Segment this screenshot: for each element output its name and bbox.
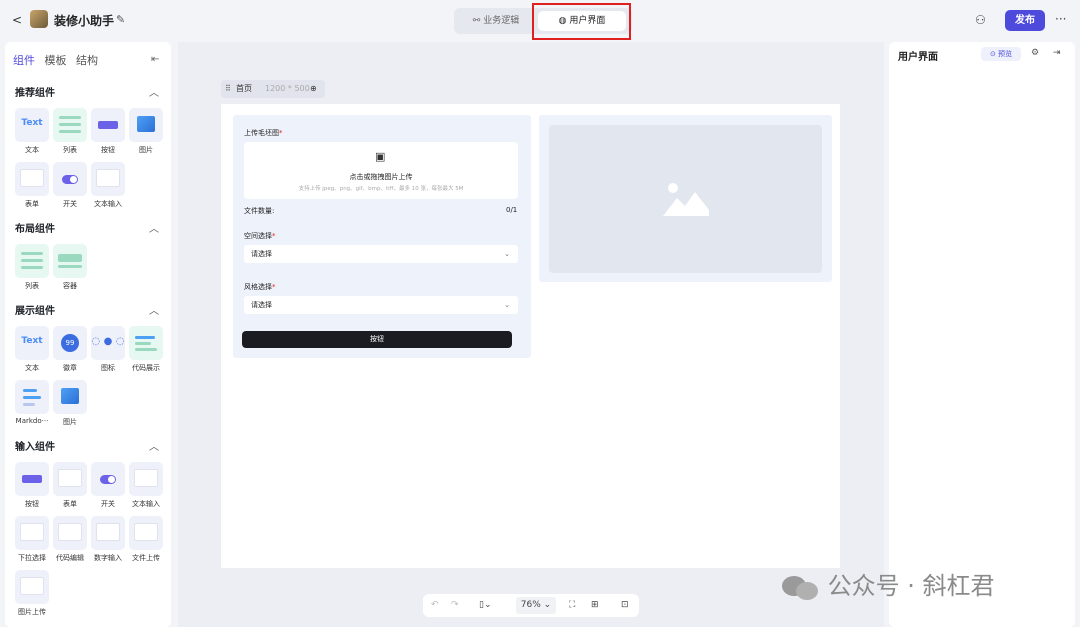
- section-title[interactable]: 推荐组件 ︿: [15, 84, 163, 100]
- section-input: 输入组件 ︿ 按钮 表单 开关 文本输入 下拉选择 代码编辑 数字输入 文件上传 …: [15, 438, 163, 616]
- image-placeholder-icon: [663, 183, 709, 216]
- style-label: 风格选择*: [244, 283, 276, 291]
- grid-icon[interactable]: ⊞: [591, 594, 599, 617]
- pointer-mode-icon[interactable]: ▯⌄: [479, 594, 492, 617]
- section-title[interactable]: 布局组件 ︿: [15, 220, 163, 236]
- play-icon: ⊙: [989, 50, 999, 58]
- chevron-up-icon[interactable]: ︿: [149, 220, 159, 235]
- component-text-input[interactable]: 文本输入: [129, 462, 163, 509]
- redo-icon[interactable]: ↷: [451, 594, 459, 617]
- panel-tabs: 组件 模板 结构: [13, 52, 104, 68]
- file-count-label: 文件数量:: [244, 207, 275, 215]
- component-switch[interactable]: 开关: [53, 162, 87, 209]
- section-recommended: 推荐组件 ︿ Text 文本 列表 按钮 图片 表单 开关 文本输入: [15, 84, 163, 208]
- component-code-editor[interactable]: 代码编辑: [53, 516, 87, 563]
- component-list[interactable]: 列表: [15, 244, 49, 291]
- component-code-display[interactable]: 代码展示: [129, 326, 163, 373]
- top-bar: < 装修小助手 ✎ ⚯ 业务逻辑 ◍ 用户界面 ⚇ 发布 ···: [0, 0, 1080, 40]
- drag-handle-icon[interactable]: ⠿: [225, 80, 231, 98]
- collapse-right-icon[interactable]: ⇥: [1053, 48, 1061, 58]
- canvas-toolbar: ↶ ↷ ▯⌄ 76% ⌄ ⛶ ⊞ ⊡: [423, 594, 639, 617]
- submit-button[interactable]: 按钮: [242, 331, 512, 348]
- component-button[interactable]: 按钮: [91, 108, 125, 155]
- component-badge[interactable]: 99 徽章: [53, 326, 87, 373]
- undo-icon[interactable]: ↶: [431, 594, 439, 617]
- chevron-down-icon: ⌄: [504, 250, 510, 258]
- component-image[interactable]: 图片: [129, 108, 163, 155]
- chevron-up-icon[interactable]: ︿: [149, 438, 159, 453]
- add-icon[interactable]: ⊕: [310, 80, 317, 98]
- flow-icon: ⚯: [472, 16, 484, 26]
- tab-business-logic[interactable]: ⚯ 业务逻辑: [460, 11, 532, 31]
- component-number-input[interactable]: 数字输入: [91, 516, 125, 563]
- collapse-panel-icon[interactable]: ⇤: [151, 54, 159, 65]
- panel-title: 用户界面: [898, 52, 938, 63]
- zoom-select[interactable]: 76% ⌄: [516, 597, 556, 614]
- chevron-up-icon[interactable]: ︿: [149, 302, 159, 317]
- style-select[interactable]: 请选择 ⌄: [244, 296, 518, 314]
- image-icon: ▣: [375, 150, 386, 163]
- page-tag[interactable]: ⠿ 首页 1200 * 500 ⊕: [221, 80, 325, 98]
- component-text[interactable]: Text 文本: [15, 108, 49, 155]
- component-form[interactable]: 表单: [15, 162, 49, 209]
- app-logo: [30, 10, 48, 28]
- settings-icon[interactable]: ⚙: [1031, 48, 1039, 58]
- publish-button[interactable]: 发布: [1005, 10, 1045, 31]
- component-image-upload[interactable]: 图片上传: [15, 570, 49, 617]
- upload-dropzone[interactable]: ▣ 点击或拖拽图片上传 支持上传 jpeg、png、gif、bmp、tiff，最…: [244, 142, 518, 199]
- chevron-up-icon[interactable]: ︿: [149, 84, 159, 99]
- properties-panel: 用户界面 ⊙ 预览 ⚙ ⇥: [889, 42, 1075, 627]
- edit-icon[interactable]: ✎: [116, 13, 125, 26]
- component-panel: 组件 模板 结构 ⇤ 推荐组件 ︿ Text 文本 列表 按钮 图片 表单 开关 文…: [5, 42, 171, 627]
- collaborators-icon[interactable]: ⚇: [975, 13, 986, 27]
- preview-button[interactable]: ⊙ 预览: [981, 47, 1021, 61]
- component-file-upload[interactable]: 文件上传: [129, 516, 163, 563]
- add-page-icon[interactable]: ⊡: [621, 594, 629, 617]
- more-icon[interactable]: ···: [1055, 12, 1066, 26]
- chevron-down-icon: ⌄: [504, 301, 510, 309]
- space-select[interactable]: 请选择 ⌄: [244, 245, 518, 263]
- image-placeholder: [549, 125, 822, 273]
- red-highlight-box: [532, 3, 631, 40]
- component-list[interactable]: 列表: [53, 108, 87, 155]
- section-title[interactable]: 展示组件 ︿: [15, 302, 163, 318]
- tab-structure[interactable]: 结构: [76, 52, 98, 68]
- section-layout: 布局组件 ︿ 列表 容器: [15, 220, 163, 290]
- component-icon[interactable]: ◌ ● ◌ 图标: [91, 326, 125, 373]
- component-form[interactable]: 表单: [53, 462, 87, 509]
- component-switch[interactable]: 开关: [91, 462, 125, 509]
- component-text[interactable]: Text 文本: [15, 326, 49, 373]
- component-text-input[interactable]: 文本输入: [91, 162, 125, 209]
- space-label: 空间选择*: [244, 232, 276, 240]
- upload-label: 上传毛坯图*: [244, 129, 283, 137]
- component-markdown[interactable]: Markdo···: [15, 380, 49, 425]
- back-icon[interactable]: <: [12, 13, 22, 27]
- app-title: 装修小助手: [54, 14, 115, 28]
- component-container[interactable]: 容器: [53, 244, 87, 291]
- tab-templates[interactable]: 模板: [45, 52, 67, 68]
- section-display: 展示组件 ︿ Text 文本 99 徽章 ◌ ● ◌ 图标 代码展示 Markdo···…: [15, 302, 163, 426]
- watermark: 公众号 · 斜杠君: [782, 566, 995, 601]
- component-image[interactable]: 图片: [53, 380, 87, 427]
- fit-screen-icon[interactable]: ⛶: [569, 594, 575, 617]
- section-title[interactable]: 输入组件 ︿: [15, 438, 163, 454]
- wechat-icon: [782, 574, 820, 600]
- tab-components[interactable]: 组件: [13, 52, 35, 68]
- component-button[interactable]: 按钮: [15, 462, 49, 509]
- file-count-value: 0/1: [506, 206, 518, 214]
- component-dropdown[interactable]: 下拉选择: [15, 516, 49, 563]
